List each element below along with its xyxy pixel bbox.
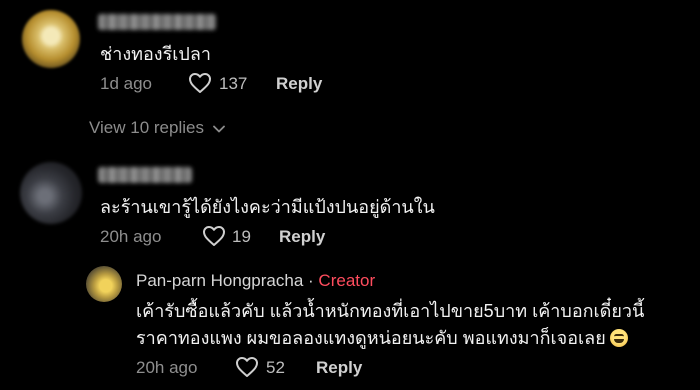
reply-button[interactable]: Reply (279, 227, 325, 247)
grinning-sweat-emoji-icon (609, 329, 628, 347)
commenter-username-blurred[interactable] (98, 167, 192, 183)
comment-timestamp: 1d ago (100, 74, 152, 93)
like-count: 19 (232, 227, 251, 246)
creator-badge: Creator (318, 271, 376, 290)
comment-timestamp: 20h ago (100, 227, 162, 246)
reply-text-line-1: เค้ารับซื้อแล้วคับ แล้วน้ำหนักทองที่เอาไ… (136, 301, 645, 321)
commenter-avatar[interactable] (20, 162, 82, 224)
reply-button[interactable]: Reply (276, 74, 322, 94)
reply-text-line-2: ราคาทองแพง ผมขอลองแทงดูหน่อยนะคับ พอแทงม… (136, 323, 628, 352)
like-heart-icon[interactable] (202, 225, 226, 247)
like-heart-icon[interactable] (235, 356, 259, 378)
creator-username[interactable]: Pan-parn Hongpracha (136, 271, 303, 290)
reply-text-line-2-content: ราคาทองแพง ผมขอลองแทงดูหน่อยนะคับ พอแทงม… (136, 328, 606, 348)
like-count: 52 (266, 358, 285, 377)
commenter-avatar[interactable] (22, 10, 80, 68)
commenter-username-blurred[interactable] (98, 14, 216, 30)
like-count: 137 (219, 74, 248, 93)
creator-avatar[interactable] (86, 266, 122, 302)
separator-dot: · (308, 271, 314, 290)
creator-name-line: Pan-parn Hongpracha · Creator (136, 271, 375, 291)
comment-text: ช่างทองรีเปลา (100, 44, 211, 64)
chevron-down-icon (212, 125, 225, 132)
like-heart-icon[interactable] (188, 72, 212, 94)
reply-timestamp: 20h ago (136, 358, 198, 377)
comment-text: ละร้านเขารู้ได้ยังไงคะว่ามีแป้งปนอยู่ด้า… (100, 197, 435, 217)
view-replies-label: View 10 replies (89, 118, 204, 137)
reply-button[interactable]: Reply (316, 358, 362, 378)
view-replies-button[interactable]: View 10 replies (89, 118, 225, 138)
